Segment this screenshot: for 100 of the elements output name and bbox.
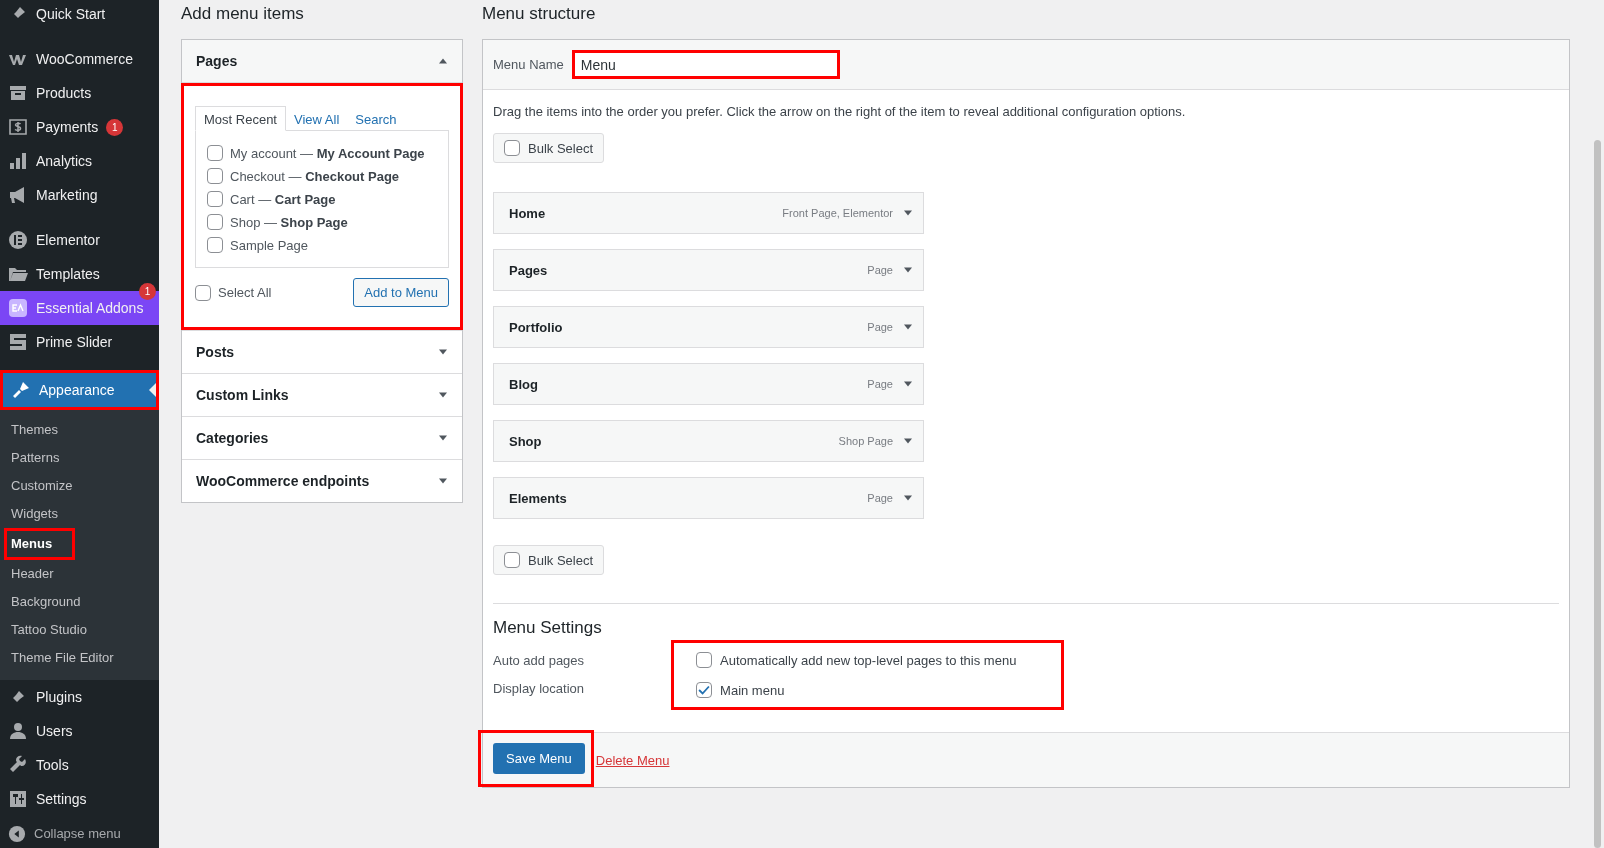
submenu-item[interactable]: Widgets xyxy=(0,500,159,528)
setting-label: Auto add pages xyxy=(493,653,585,668)
save-menu-button[interactable]: Save Menu xyxy=(493,743,585,774)
notification-badge: 1 xyxy=(139,283,156,300)
checkbox[interactable] xyxy=(207,145,223,161)
sidebar-item[interactable]: Payments 1 xyxy=(0,110,159,144)
tab[interactable]: View All xyxy=(286,107,348,130)
checkbox[interactable] xyxy=(207,214,223,230)
accordion-header[interactable]: WooCommerce endpoints xyxy=(182,459,462,502)
setting-label: Display location xyxy=(493,681,585,696)
page-option-label[interactable]: Cart — Cart Page xyxy=(230,191,336,207)
dollar-icon xyxy=(8,117,28,137)
sidebar-item[interactable]: Analytics xyxy=(0,144,159,178)
checkbox[interactable] xyxy=(207,168,223,184)
tab[interactable]: Search xyxy=(347,107,405,130)
triangle-down-icon xyxy=(903,379,913,389)
ea-logo-icon xyxy=(8,298,28,318)
notification-badge: 1 xyxy=(106,118,124,136)
bulk-select-button[interactable]: Bulk Select xyxy=(493,133,605,163)
sidebar-item[interactable]: Elementor xyxy=(0,223,159,257)
checkbox[interactable] xyxy=(207,191,223,207)
triangle-down-icon xyxy=(438,347,448,357)
checkbox[interactable] xyxy=(504,552,520,568)
accordion-header[interactable]: Custom Links xyxy=(182,373,462,416)
sidebar-item[interactable]: Marketing xyxy=(0,178,159,212)
sidebar-item[interactable]: Quick Start xyxy=(0,0,159,31)
delete-menu-link[interactable]: Delete Menu xyxy=(595,752,670,768)
settings-title: Menu Settings xyxy=(493,618,603,638)
submenu-item[interactable]: Patterns xyxy=(0,444,159,472)
e-circle-icon xyxy=(8,230,28,250)
instructions-text: Drag the items into the order you prefer. Click the arrow on the right of the item to reveal additional configuration options. xyxy=(493,104,1187,119)
item-type-label: Shop Page xyxy=(838,435,893,447)
collapse-menu-button[interactable]: Collapse menu xyxy=(0,819,159,848)
item-type-label: Page xyxy=(867,492,893,504)
checkbox[interactable] xyxy=(696,682,713,698)
user-icon xyxy=(8,721,28,741)
add-to-menu-button[interactable]: Add to Menu xyxy=(353,278,449,307)
play-circle-icon xyxy=(8,824,26,843)
select-all-label[interactable]: Select All xyxy=(218,285,272,300)
sidebar-item[interactable]: WooCommerce xyxy=(0,42,159,76)
submenu-item[interactable]: Themes xyxy=(0,416,159,444)
item-type-label: Page xyxy=(867,264,893,276)
option-label[interactable]: Automatically add new top-level pages to this menu xyxy=(720,652,1017,668)
checkbox[interactable] xyxy=(696,652,713,668)
menu-item-bar[interactable]: Shop Shop Page xyxy=(493,420,924,462)
triangle-down-icon xyxy=(438,390,448,400)
menu-item-bar[interactable]: Pages Page xyxy=(493,249,924,291)
bar-chart-icon xyxy=(8,151,28,171)
accordion-header[interactable]: Categories xyxy=(182,416,462,459)
bulk-select-button[interactable]: Bulk Select xyxy=(493,545,605,575)
menu-item-bar[interactable]: Home Front Page, Elementor xyxy=(493,192,924,234)
sidebar-item[interactable]: Appearance xyxy=(3,373,156,407)
triangle-down-icon xyxy=(438,433,448,443)
item-type-label: Front Page, Elementor xyxy=(782,207,893,219)
menu-item-bar[interactable]: Elements Page xyxy=(493,477,924,519)
section-title: Menu structure xyxy=(482,4,597,24)
sliders-icon xyxy=(8,789,28,809)
checkmark-icon xyxy=(697,683,712,697)
triangle-up-icon xyxy=(438,56,448,66)
triangle-down-icon xyxy=(903,493,913,503)
submenu-item[interactable]: Theme File Editor xyxy=(0,644,159,672)
triangle-down-icon xyxy=(438,476,448,486)
tab[interactable]: Most Recent xyxy=(195,106,286,131)
checkbox[interactable] xyxy=(504,140,520,156)
brush-icon xyxy=(11,380,31,400)
menu-name-field[interactable]: Menu xyxy=(574,53,837,76)
sidebar-item[interactable]: Tools xyxy=(0,748,159,782)
submenu-item[interactable]: Background xyxy=(0,588,159,616)
s-logo-icon xyxy=(8,332,28,352)
item-type-label: Page xyxy=(867,321,893,333)
sidebar-item[interactable]: Plugins xyxy=(0,680,159,714)
option-label[interactable]: Main menu xyxy=(720,682,785,698)
checkbox[interactable] xyxy=(195,284,211,301)
item-type-label: Page xyxy=(867,378,893,390)
page-option-label[interactable]: Checkout — Checkout Page xyxy=(230,168,400,184)
page-option-label[interactable]: My account — My Account Page xyxy=(230,145,425,161)
page-option-label[interactable]: Shop — Shop Page xyxy=(230,214,348,230)
menu-name-label: Menu Name xyxy=(493,57,564,72)
submenu-item[interactable]: Header xyxy=(0,560,159,588)
triangle-down-icon xyxy=(903,265,913,275)
submenu-item[interactable]: Menus xyxy=(7,531,73,557)
sidebar-item[interactable]: Settings xyxy=(0,782,159,816)
sidebar-item[interactable]: Products xyxy=(0,76,159,110)
accordion-header[interactable]: Posts xyxy=(182,330,462,373)
section-title: Add menu items xyxy=(181,4,305,24)
triangle-down-icon xyxy=(903,322,913,332)
checkbox[interactable] xyxy=(207,237,223,253)
sidebar-item[interactable]: Users xyxy=(0,714,159,748)
submenu-item[interactable]: Customize xyxy=(0,472,159,500)
triangle-down-icon xyxy=(903,208,913,218)
menu-item-bar[interactable]: Portfolio Page xyxy=(493,306,924,348)
triangle-down-icon xyxy=(903,436,913,446)
wrench-icon xyxy=(8,755,28,775)
current-pointer xyxy=(149,383,156,397)
submenu-item[interactable]: Tattoo Studio xyxy=(0,616,159,644)
page-option-label[interactable]: Sample Page xyxy=(230,237,309,253)
sidebar-item[interactable]: Prime Slider xyxy=(0,325,159,359)
accordion-header[interactable]: Pages xyxy=(182,40,462,83)
menu-item-bar[interactable]: Blog Page xyxy=(493,363,924,405)
archive-icon xyxy=(8,83,28,103)
